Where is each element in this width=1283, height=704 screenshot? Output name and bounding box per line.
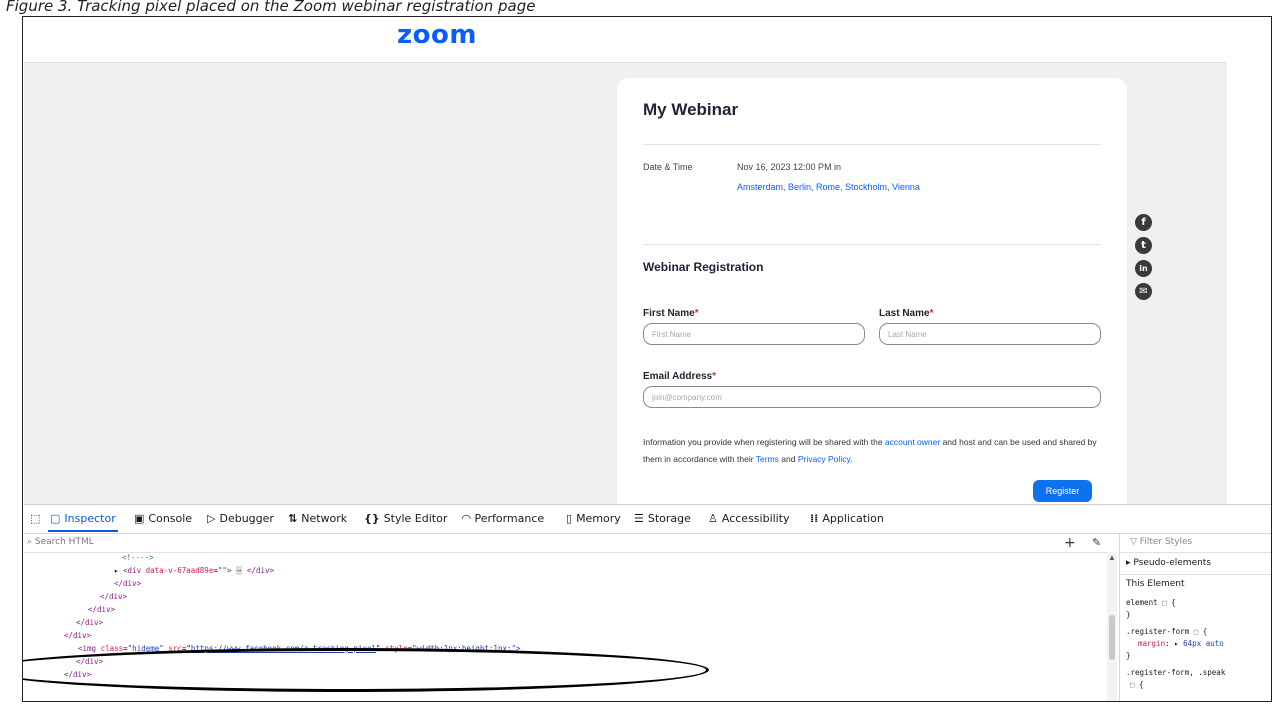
margin-declaration[interactable]: margin: ▸ 64px auto <box>1138 639 1224 648</box>
element-rule[interactable]: element ⬚ { <box>1126 598 1176 607</box>
register-form-speak-rule[interactable]: .register-form, .speak <box>1126 668 1225 677</box>
scroll-up-icon[interactable]: ▲ <box>1108 553 1116 562</box>
tab-console[interactable]: ▣ Console <box>134 512 192 525</box>
zoom-header: zoom <box>24 18 1227 63</box>
html-close-div-line[interactable]: </div> <box>64 631 91 640</box>
date-time-value: Nov 16, 2023 12:00 PM in <box>737 162 842 172</box>
register-button[interactable]: Register <box>1033 480 1092 502</box>
add-node-icon[interactable]: + <box>1064 535 1076 551</box>
tab-memory[interactable]: ▯ Memory <box>566 512 621 525</box>
page-margin <box>1228 17 1271 504</box>
tab-network[interactable]: ⇅ Network <box>288 512 347 525</box>
console-icon: ▣ <box>134 512 145 525</box>
timezone-link[interactable]: Amsterdam, Berlin, Rome, Stockholm, Vien… <box>737 182 920 192</box>
email-label: Email Address* <box>643 371 717 382</box>
browser-viewport: zoom My Webinar Date & Time Nov 16, 2023… <box>24 18 1227 504</box>
pseudo-elements-toggle[interactable]: ▸ Pseudo-elements <box>1126 558 1211 568</box>
html-close-div-line[interactable]: </div> <box>64 670 91 679</box>
divider <box>643 244 1101 245</box>
html-tree: <!----> ▸ <div data-v-67aad89e=""> ⋯ </d… <box>24 552 1107 701</box>
active-tab-indicator <box>48 530 118 532</box>
html-close-div-line[interactable]: </div> <box>76 657 103 666</box>
figure-caption: Figure 3. Tracking pixel placed on the Z… <box>6 0 536 15</box>
tab-inspector[interactable]: ▢ Inspector <box>50 512 116 525</box>
element-picker-icon[interactable]: ⬚ <box>30 512 40 525</box>
accessibility-icon: ♙ <box>708 512 718 525</box>
filter-icon: ▽ <box>1130 537 1140 547</box>
tab-accessibility[interactable]: ♙ Accessibility <box>708 512 790 525</box>
rule-close: } <box>1126 651 1131 660</box>
search-icon: ⌕ <box>27 537 35 547</box>
last-name-input[interactable] <box>879 323 1101 345</box>
social-share-bar: f t in ✉ <box>1135 214 1153 306</box>
zoom-logo[interactable]: zoom <box>397 20 477 50</box>
this-element-heading: This Element <box>1126 579 1185 589</box>
divider <box>1120 574 1271 575</box>
tab-debugger[interactable]: ▷ Debugger <box>207 512 274 525</box>
tab-performance[interactable]: ◠ Performance <box>462 512 544 525</box>
filter-styles-input[interactable]: ▽ Filter Styles <box>1130 537 1192 547</box>
privacy-policy-link[interactable]: Privacy Policy <box>798 454 850 464</box>
account-owner-link[interactable]: account owner <box>885 437 940 447</box>
html-comment-line[interactable]: <!----> <box>122 553 154 562</box>
html-close-div-line[interactable]: </div> <box>114 579 141 588</box>
rules-panel: ▽ Filter Styles ▸ Pseudo-elements This E… <box>1119 534 1271 701</box>
network-icon: ⇅ <box>288 512 298 525</box>
tracking-pixel-img-line[interactable]: <img class="hideme" src="https://www.fac… <box>78 644 521 653</box>
html-search-bar[interactable]: ⌕ Search HTML + ✎ <box>24 534 1109 553</box>
mail-icon[interactable]: ✉ <box>1135 283 1152 300</box>
storage-icon: ☰ <box>634 512 644 525</box>
application-icon: ⁞⁞ <box>810 512 819 525</box>
linkedin-icon[interactable]: in <box>1135 260 1152 277</box>
rule-close: } <box>1126 610 1131 619</box>
devtools-panel: ⬚ ▢ Inspector ▣ Console ▷ Debugger ⇅ Network… <box>24 504 1271 701</box>
first-name-input[interactable] <box>643 323 865 345</box>
divider <box>1120 552 1271 553</box>
html-close-div-line[interactable]: </div> <box>100 592 127 601</box>
facebook-icon[interactable]: f <box>1135 214 1152 231</box>
webinar-card: My Webinar Date & Time Nov 16, 2023 12:0… <box>617 78 1127 504</box>
debugger-icon: ▷ <box>207 512 216 525</box>
style-editor-icon: {} <box>364 512 380 525</box>
html-close-div-line[interactable]: </div> <box>76 618 103 627</box>
terms-link[interactable]: Terms <box>756 454 779 464</box>
tab-storage[interactable]: ☰ Storage <box>634 512 691 525</box>
html-close-div-line[interactable]: </div> <box>88 605 115 614</box>
memory-icon: ▯ <box>566 512 573 525</box>
registration-title: Webinar Registration <box>643 260 764 274</box>
html-div-line[interactable]: ▸ <div data-v-67aad89e=""> ⋯ </div> <box>114 566 274 575</box>
screenshot-frame: zoom My Webinar Date & Time Nov 16, 2023… <box>22 16 1272 702</box>
twitter-icon[interactable]: t <box>1135 237 1152 254</box>
date-time-label: Date & Time <box>643 162 693 172</box>
performance-icon: ◠ <box>462 512 471 525</box>
tab-application[interactable]: ⁞⁞ Application <box>810 512 884 525</box>
eyedropper-icon[interactable]: ✎ <box>1092 536 1101 549</box>
privacy-notice: Information you provide when registering… <box>643 437 1097 464</box>
last-name-label: Last Name* <box>879 308 934 319</box>
tab-style-editor[interactable]: {} Style Editor <box>364 512 447 525</box>
divider <box>643 144 1101 145</box>
search-html-placeholder: ⌕ Search HTML <box>27 537 94 547</box>
email-input[interactable] <box>643 386 1101 408</box>
rule-open: ⬚ { <box>1130 680 1144 689</box>
inspector-icon: ▢ <box>50 512 61 525</box>
first-name-label: First Name* <box>643 308 699 319</box>
tracking-pixel-url[interactable]: https://www.facebook.com/a-tracking-pixe… <box>191 644 376 653</box>
devtools-toolbar: ⬚ ▢ Inspector ▣ Console ▷ Debugger ⇅ Network… <box>24 505 1271 534</box>
register-form-rule[interactable]: .register-form ⬚ { <box>1126 627 1207 636</box>
webinar-title: My Webinar <box>643 100 739 119</box>
scroll-thumb[interactable] <box>1109 615 1115 660</box>
